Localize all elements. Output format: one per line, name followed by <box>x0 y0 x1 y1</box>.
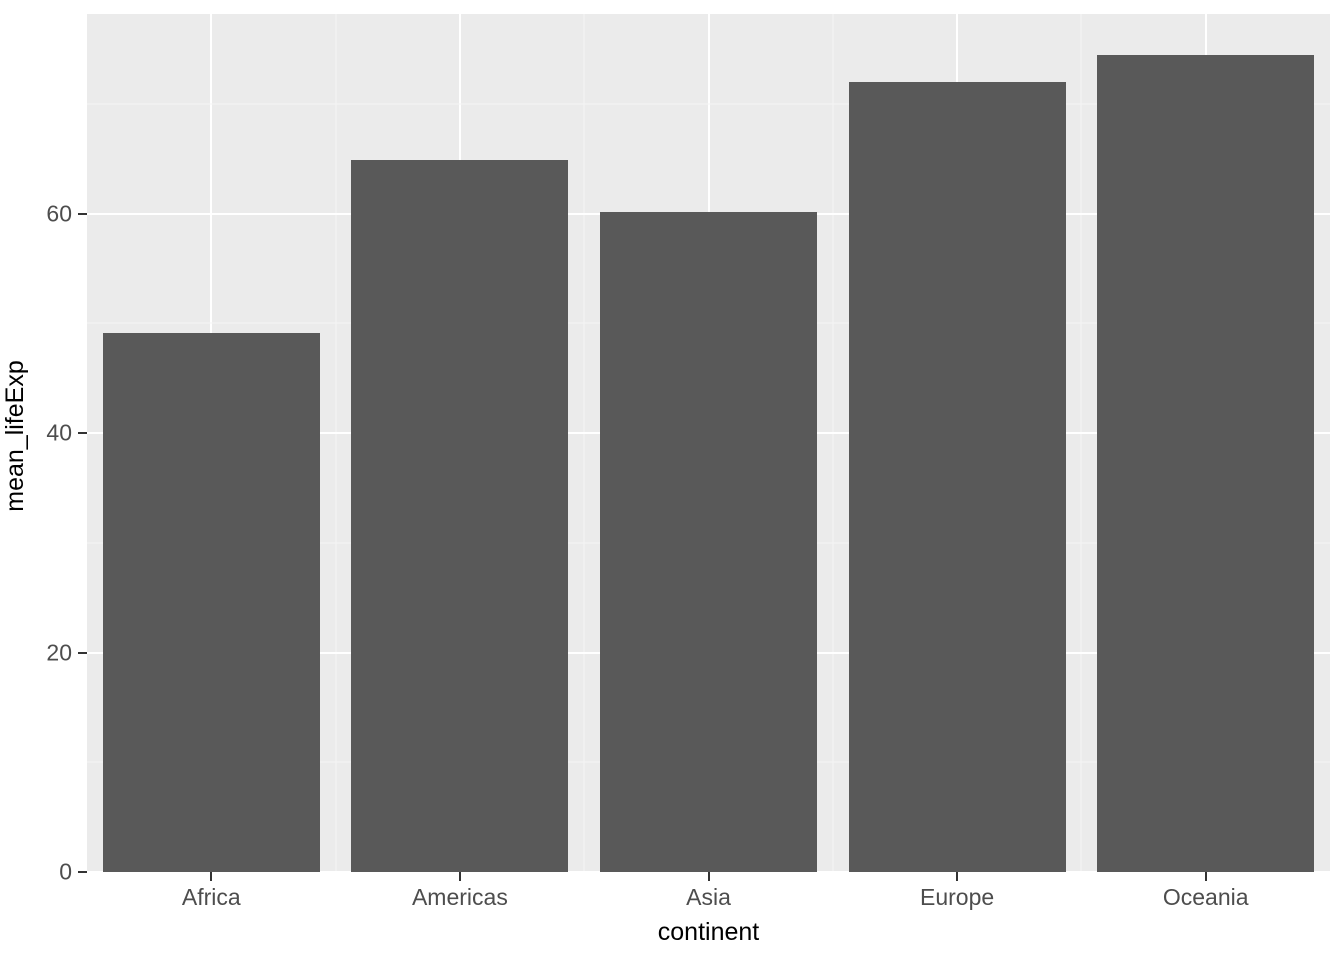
x-axis-tick-mark <box>707 872 710 881</box>
plot-panel <box>87 14 1330 872</box>
x-axis-tick-mark <box>956 872 959 881</box>
y-axis-tick-mark <box>78 432 87 435</box>
gridline-vertical-minor <box>583 14 585 872</box>
y-axis-tick-label: 20 <box>46 639 72 666</box>
x-axis-tick-mark <box>1204 872 1207 881</box>
y-axis-tick-mark <box>78 651 87 654</box>
bar-chart: mean_lifeExp 0 20 40 60 Africa Americas Asia E… <box>0 0 1344 960</box>
x-axis-tick-label-oceania: Oceania <box>1162 884 1249 910</box>
x-axis-tick-label-asia: Asia <box>686 884 731 910</box>
y-axis-tick-mark <box>78 871 87 873</box>
x-axis-tick-label-europe: Europe <box>920 884 995 910</box>
x-axis-tick-label-americas: Americas <box>411 884 508 910</box>
bar-americas <box>351 159 569 872</box>
gridline-vertical-minor <box>832 14 834 872</box>
y-axis-tick-label: 60 <box>46 200 72 227</box>
bar-africa <box>102 333 320 872</box>
gridline-vertical-minor <box>1080 14 1082 872</box>
y-axis-tick-label: 0 <box>59 858 72 885</box>
x-axis-tick-mark <box>458 872 461 881</box>
x-axis-title: continent <box>657 918 760 946</box>
y-axis-tick-labels: 0 20 40 60 <box>14 0 72 960</box>
bar-asia <box>599 211 817 872</box>
gridline-vertical-minor <box>335 14 337 872</box>
y-axis-tick-label: 40 <box>46 419 72 446</box>
bar-oceania <box>1097 54 1315 872</box>
y-axis-tick-mark <box>78 212 87 215</box>
x-axis-tick-label-africa: Africa <box>181 884 241 910</box>
bar-europe <box>848 82 1066 872</box>
x-axis-tick-mark <box>210 872 213 881</box>
